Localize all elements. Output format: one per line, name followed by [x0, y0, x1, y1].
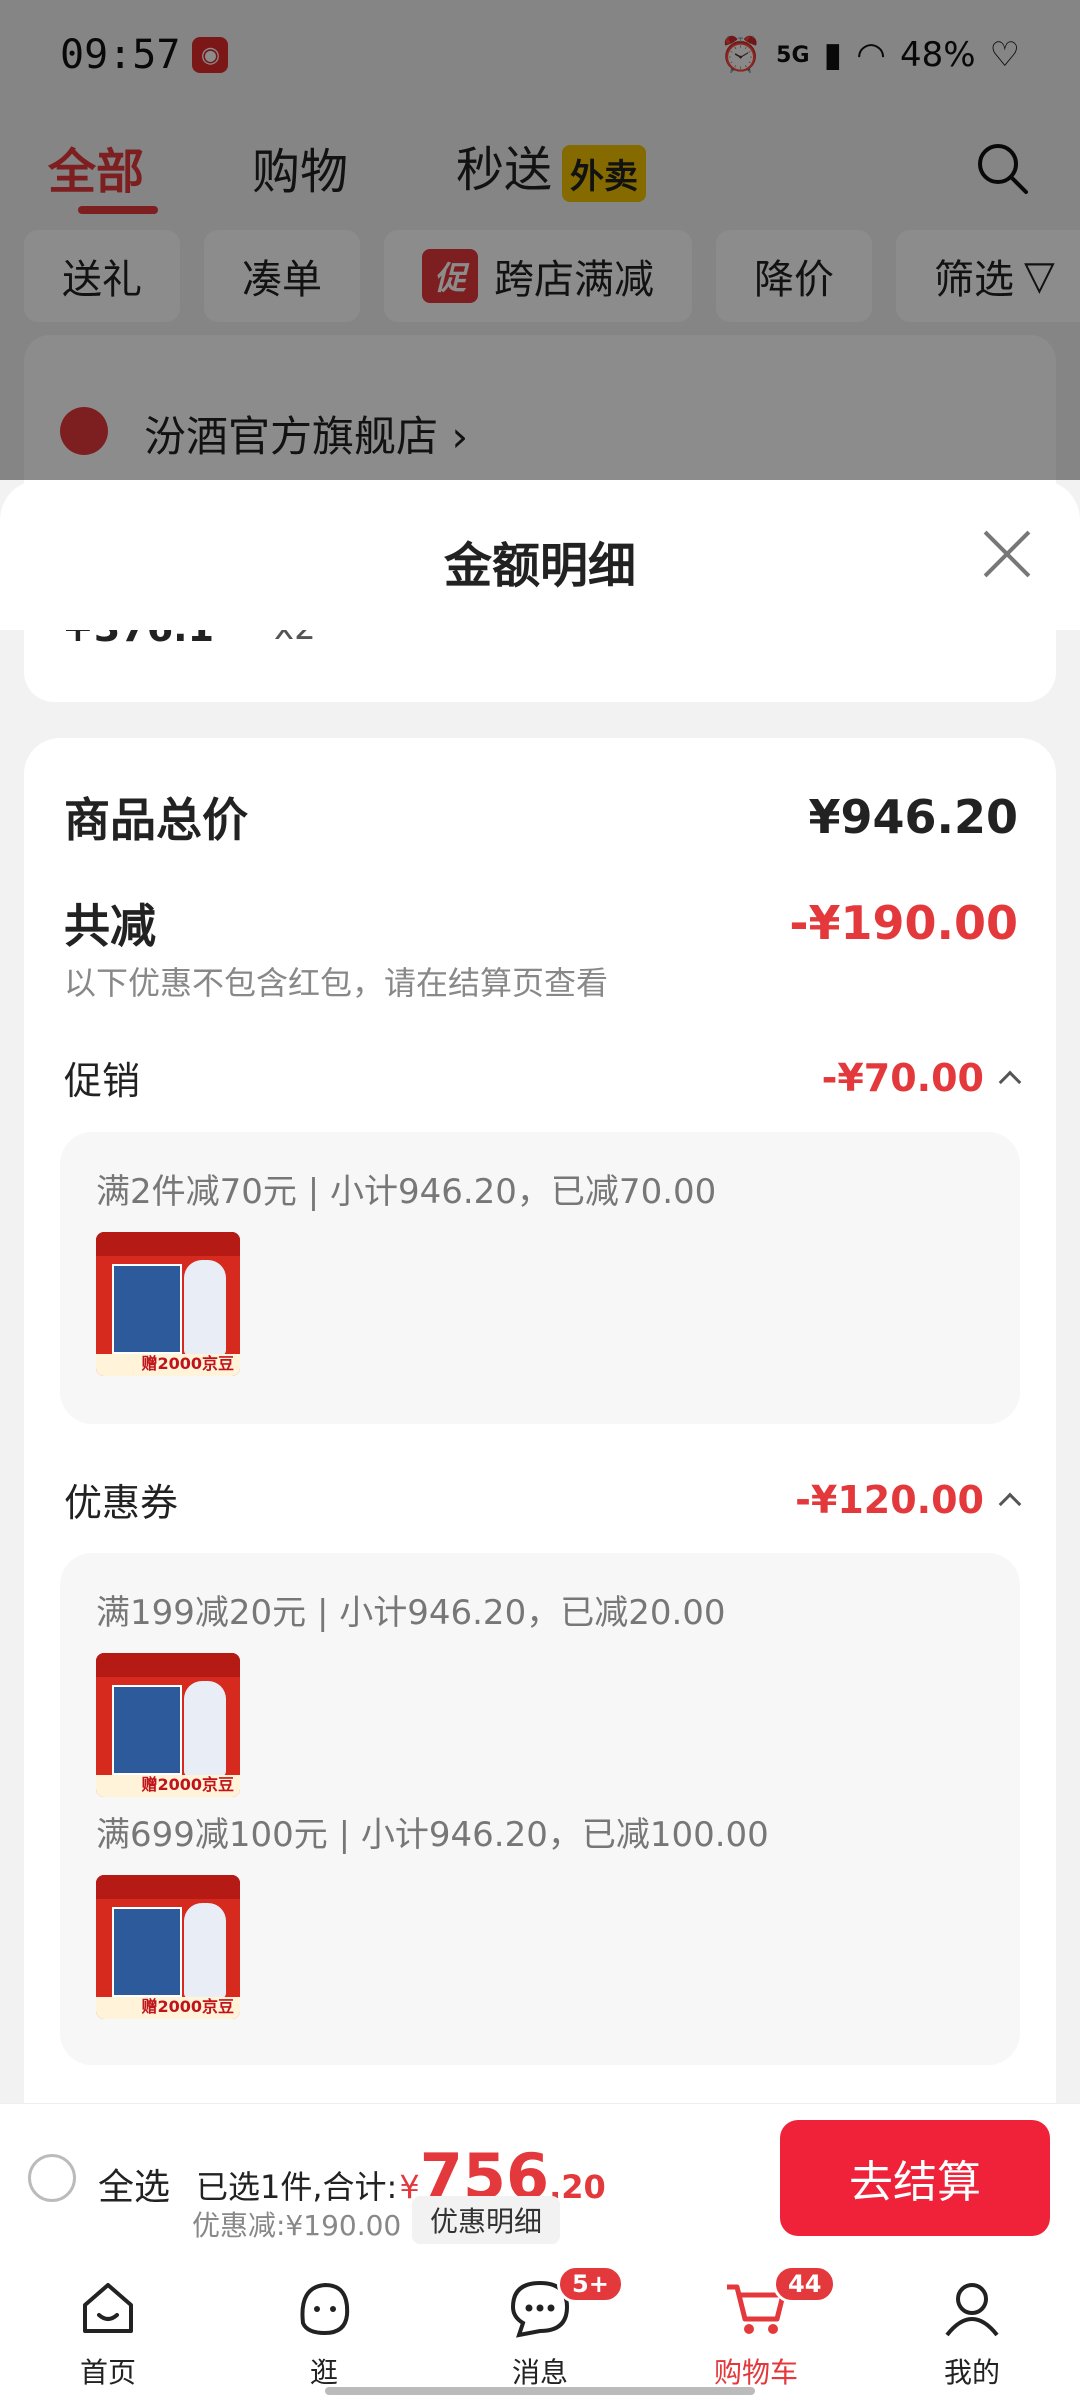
product-thumbnail[interactable]: 赠2000京豆: [96, 1875, 240, 2019]
chevron-up-icon[interactable]: [998, 1492, 1022, 1515]
coupon-line-1: 满199减20元 | 小计946.20，已减20.00: [96, 1593, 726, 1633]
total-label: 商品总价: [64, 793, 248, 847]
thumb-gift-text: 赠2000京豆: [141, 1775, 234, 1794]
nav-cart[interactable]: 购物车 44: [648, 2251, 864, 2400]
selected-prefix: 已选1件,合计:: [196, 2168, 398, 2206]
promo-value: -¥70.00: [821, 1055, 984, 1100]
thumb-gift-text: 赠2000京豆: [141, 1354, 234, 1373]
nav-messages[interactable]: 消息 5+: [432, 2251, 648, 2400]
nav-me[interactable]: 我的: [864, 2251, 1080, 2400]
nav-home-label: 首页: [79, 2356, 136, 2389]
thumb-gift-text: 赠2000京豆: [141, 1997, 234, 2016]
reduce-label: 共减: [64, 899, 156, 953]
discount-note: 以下优惠不包含红包，请在结算页查看: [64, 964, 609, 1002]
promo-detail-box: 满2件减70元 | 小计946.20，已减70.00 赠2000京豆: [60, 1132, 1020, 1424]
home-indicator[interactable]: [325, 2387, 755, 2395]
reduce-value: -¥190.00: [789, 896, 1018, 950]
chevron-up-icon[interactable]: [998, 1070, 1022, 1093]
nav-cart-label: 购物车: [713, 2356, 798, 2389]
close-icon[interactable]: [982, 530, 1032, 580]
summary-card: 商品总价 ¥946.20 共减 -¥190.00 以下优惠不包含红包，请在结算页…: [24, 738, 1056, 2105]
coupon-value: -¥120.00: [795, 1477, 984, 1522]
sheet-title: 金额明细: [443, 538, 636, 594]
promo-row[interactable]: 促销 -¥70.00: [64, 1050, 1022, 1105]
profile-icon: [945, 2283, 999, 2337]
product-thumbnail[interactable]: 赠2000京豆: [96, 1653, 240, 1797]
nav-messages-label: 消息: [511, 2356, 568, 2389]
promo-label: 促销: [64, 1059, 141, 1103]
discount-detail-button[interactable]: 优惠明细: [412, 2196, 561, 2244]
coupon-detail-box: 满199减20元 | 小计946.20，已减20.00 赠2000京豆 满699…: [60, 1553, 1020, 2065]
nav-browse-label: 逛: [309, 2356, 338, 2389]
reduce-row: 共减 -¥190.00: [64, 890, 1018, 956]
discount-text: 优惠减:¥190.00: [192, 2209, 402, 2242]
select-all-label[interactable]: 全选: [98, 2158, 170, 2210]
select-all-checkbox[interactable]: [28, 2154, 76, 2202]
total-value: ¥946.20: [808, 790, 1018, 844]
browse-face-icon: [300, 2282, 350, 2336]
modal-overlay[interactable]: [0, 0, 1080, 480]
nav-me-label: 我的: [943, 2356, 1000, 2389]
promo-line: 满2件减70元 | 小计946.20，已减70.00: [96, 1172, 717, 1212]
checkout-bar: 全选 已选1件,合计: ¥ 756 .20 优惠减:¥190.00 优惠明细 去…: [0, 2103, 1080, 2251]
checkout-button[interactable]: 去结算: [780, 2120, 1050, 2236]
sheet-header: 金额明细: [0, 480, 1080, 630]
promo-value-wrap: -¥70.00: [821, 1055, 1022, 1100]
nav-home[interactable]: 首页: [0, 2251, 216, 2400]
coupon-line-2: 满699减100元 | 小计946.20，已减100.00: [96, 1815, 769, 1855]
item-qty: x2: [274, 630, 316, 648]
coupon-label: 优惠券: [64, 1481, 179, 1525]
item-list-card: +376.1 x2: [24, 630, 1056, 702]
home-icon: [83, 2283, 133, 2333]
product-thumbnail[interactable]: 赠2000京豆: [96, 1232, 240, 1376]
coupon-value-wrap: -¥120.00: [795, 1477, 1022, 1522]
total-row: 商品总价 ¥946.20: [64, 784, 1018, 850]
item-price: +376.1: [62, 630, 214, 650]
nav-browse[interactable]: 逛: [216, 2251, 432, 2400]
message-count-badge: 5+: [557, 2265, 624, 2303]
bottom-nav: 首页 逛 消息 5+ 购物车 44 我的: [0, 2251, 1080, 2400]
amount-detail-sheet: 金额明细 +376.1 x2 商品总价 ¥946.20 共减 -¥190.00 …: [0, 480, 1080, 2105]
cart-count-badge: 44: [773, 2265, 837, 2303]
coupon-row[interactable]: 优惠券 -¥120.00: [64, 1472, 1022, 1527]
